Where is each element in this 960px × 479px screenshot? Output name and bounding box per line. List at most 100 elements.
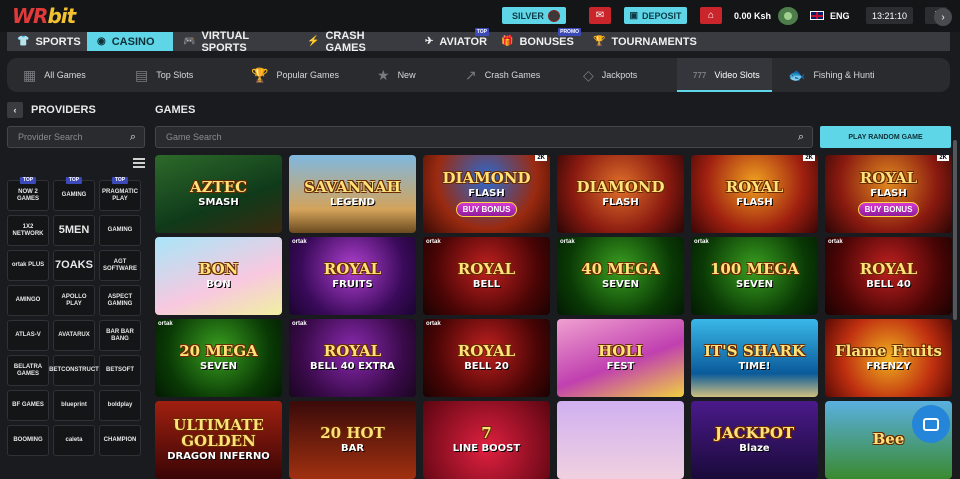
live-chat-button[interactable] — [912, 405, 950, 443]
avatar[interactable] — [778, 7, 798, 25]
game-search[interactable]: ⌕ — [155, 126, 813, 148]
nav-item-tournaments[interactable]: 🏆 TOURNAMENTS — [583, 32, 703, 51]
provider-name: PRAGMATIC PLAY — [102, 189, 138, 202]
language-selector[interactable]: ENG — [830, 11, 850, 21]
page-scrollbar[interactable] — [953, 140, 957, 320]
category-popular-games[interactable]: 🏆 Popular Games — [235, 58, 361, 92]
game-tile[interactable]: ULTIMATE GOLDEN DRAGON INFERNO — [155, 401, 282, 479]
provider-tile[interactable]: BETCONSTRUCT — [49, 355, 99, 386]
provider-search[interactable]: ⌕ — [7, 126, 145, 148]
game-tile[interactable]: 2K ROYAL FLASH BUY BONUS — [825, 155, 952, 233]
provider-tile[interactable]: caleta — [53, 425, 95, 456]
category-crash-games[interactable]: ↗ Crash Games — [449, 58, 567, 92]
nav-item-sports[interactable]: 👕 SPORTS — [7, 32, 87, 51]
game-title: DIAMOND — [576, 177, 665, 196]
game-tile[interactable]: DIAMOND FLASH — [557, 155, 684, 233]
game-tile[interactable]: ortak ROYAL FRUITS — [289, 237, 416, 315]
provider-tile[interactable]: boldplay — [99, 390, 141, 421]
game-title: Flame Fruits — [835, 341, 942, 360]
game-tile[interactable]: IT'S SHARK TIME! — [691, 319, 818, 397]
game-tile[interactable]: BON BON — [155, 237, 282, 315]
game-corner-tag: 2K — [803, 155, 815, 161]
provider-tile[interactable]: ortak PLUS — [7, 250, 49, 281]
nav-item-virtual-sports[interactable]: 🎮 VIRTUAL SPORTS — [173, 30, 297, 54]
search-icon[interactable]: ⌕ — [130, 131, 136, 144]
game-tile[interactable]: 7 LINE BOOST — [423, 401, 550, 479]
game-subtitle: BELL 20 — [464, 361, 509, 373]
game-tile[interactable]: AZTEC SMASH — [155, 155, 282, 233]
provider-tile[interactable]: BOOMING — [7, 425, 49, 456]
deposit-button[interactable]: ▣ DEPOSIT — [624, 7, 687, 24]
category-next-button[interactable]: › — [934, 8, 952, 26]
game-tile[interactable]: ortak 20 MEGA SEVEN — [155, 319, 282, 397]
category-fishing-hunti[interactable]: 🐟 Fishing & Hunti — [772, 58, 912, 92]
category-video-slots[interactable]: 777 Video Slots — [677, 58, 772, 92]
provider-tile[interactable]: GAMING TOP — [53, 177, 95, 211]
provider-name: GAMING — [107, 227, 133, 234]
gift-icon: 🎁 — [501, 36, 514, 47]
provider-tile[interactable]: APOLLO PLAY — [53, 285, 95, 316]
vip-level-badge[interactable]: SILVER — [502, 7, 566, 24]
provider-tile[interactable]: ASPECT GAMING — [99, 285, 141, 316]
provider-tile[interactable]: PRAGMATIC PLAY TOP — [99, 177, 141, 211]
provider-tile[interactable]: CHAMPION — [99, 425, 141, 456]
provider-tile[interactable]: GAMING — [99, 215, 141, 246]
provider-search-input[interactable] — [18, 132, 144, 142]
messages-button[interactable]: ✉ — [589, 7, 611, 24]
nav-item-casino[interactable]: ◉ CASINO — [87, 32, 173, 51]
plane-icon: ✈ — [425, 36, 434, 47]
game-title: Bee — [872, 430, 905, 449]
game-provider-tag: ortak — [292, 321, 307, 327]
buy-bonus-badge: BUY BONUS — [455, 202, 518, 218]
uk-flag-icon[interactable] — [810, 11, 824, 20]
game-title: ULTIMATE GOLDEN — [173, 415, 264, 450]
provider-tile[interactable]: 5MEN — [53, 215, 95, 246]
game-tile[interactable]: 20 HOT BAR — [289, 401, 416, 479]
nav-item-crash-games[interactable]: ⚡ CRASH GAMES — [297, 30, 415, 54]
game-tile[interactable] — [557, 401, 684, 479]
provider-name: 5MEN — [58, 223, 90, 236]
game-tile[interactable]: ortak 40 MEGA SEVEN — [557, 237, 684, 315]
game-provider-tag: ortak — [560, 239, 575, 245]
play-random-game-button[interactable]: PLAY RANDOM GAME — [820, 126, 951, 148]
game-tile[interactable]: ortak ROYAL BELL 40 EXTRA — [289, 319, 416, 397]
list-view-icon[interactable] — [133, 158, 145, 168]
category-bar: ▦ All Games ▤ Top Slots 🏆 Popular Games ★ New ↗ C… — [7, 58, 950, 92]
provider-tile[interactable]: BF GAMES — [7, 390, 49, 421]
game-tile[interactable]: ortak ROYAL BELL 20 — [423, 319, 550, 397]
search-icon[interactable]: ⌕ — [798, 131, 804, 144]
game-tile[interactable]: ortak ROYAL BELL — [423, 237, 550, 315]
nav-item-bonuses[interactable]: 🎁 BONUSES PROMO — [491, 28, 583, 51]
category-jackpots[interactable]: ◇ Jackpots — [567, 58, 677, 92]
cashier-button[interactable]: ⌂ — [700, 7, 722, 24]
game-tile[interactable]: 2K ROYAL FLASH — [691, 155, 818, 233]
game-tile[interactable]: ortak 100 MEGA SEVEN — [691, 237, 818, 315]
category-all-games[interactable]: ▦ All Games — [7, 58, 119, 92]
collapse-providers-button[interactable]: ‹ — [7, 102, 23, 118]
provider-tile[interactable]: AMINGO — [7, 285, 49, 316]
game-tile[interactable]: JACKPOT Blaze — [691, 401, 818, 479]
site-logo[interactable]: WRbit — [12, 4, 76, 28]
provider-tile[interactable]: AVATARUX — [53, 320, 95, 351]
game-tile[interactable]: Flame Fruits FRENZY — [825, 319, 952, 397]
provider-tile[interactable]: BELATRA GAMES — [7, 355, 49, 386]
game-tile[interactable]: SAVANNAH LEGEND — [289, 155, 416, 233]
game-tile[interactable]: 2K DIAMOND FLASH BUY BONUS — [423, 155, 550, 233]
main-nav: 👕 SPORTS ◉ CASINO 🎮 VIRTUAL SPORTS ⚡ CRASH GAME… — [7, 28, 950, 54]
provider-tile[interactable]: NOW 2 GAMES TOP — [7, 177, 49, 211]
provider-tile[interactable]: 7OAKS — [53, 250, 95, 281]
vip-level-label: SILVER — [512, 10, 544, 21]
provider-tile[interactable]: BETSOFT — [99, 355, 141, 386]
game-tile[interactable]: HOLI FEST — [557, 319, 684, 397]
provider-tile[interactable]: 1X2 NETWORK — [7, 215, 49, 246]
provider-tile[interactable]: ATLAS-V — [7, 320, 49, 351]
game-tile[interactable]: ortak ROYAL BELL 40 — [825, 237, 952, 315]
provider-tile[interactable]: AGT SOFTWARE — [99, 250, 141, 281]
category-new[interactable]: ★ New — [361, 58, 449, 92]
provider-tile[interactable]: blueprint — [53, 390, 95, 421]
game-search-input[interactable] — [166, 132, 812, 142]
nav-item-aviator[interactable]: ✈ AVIATOR TOP — [415, 28, 491, 51]
provider-top-badge: TOP — [111, 177, 129, 185]
provider-tile[interactable]: BAR BAR BANG — [99, 320, 141, 351]
category-top-slots[interactable]: ▤ Top Slots — [119, 58, 235, 92]
